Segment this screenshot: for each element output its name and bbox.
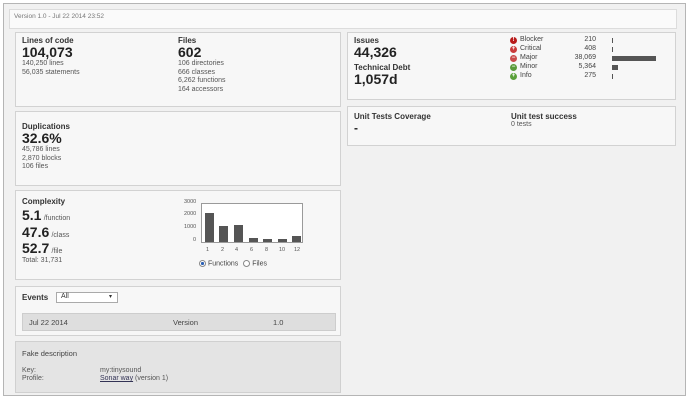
quality-profile-link[interactable]: Sonar way <box>100 375 133 382</box>
event-row[interactable]: Jul 22 2014 Version 1.0 <box>22 313 336 331</box>
technical-debt-value[interactable]: 1,057d <box>354 72 410 87</box>
x-tick-label: 10 <box>279 247 286 253</box>
lines-of-code-value[interactable]: 104,073 <box>22 45 80 60</box>
y-tick-label: 2000 <box>184 211 197 217</box>
chart-bar[interactable] <box>292 236 301 242</box>
severity-bar <box>612 56 656 61</box>
complexity-per-class-value[interactable]: 47.6 <box>22 224 49 240</box>
events-label: Events <box>22 293 49 302</box>
critical-severity-icon: + <box>510 46 517 53</box>
severity-bar <box>612 47 613 52</box>
x-tick-label: 4 <box>235 247 239 253</box>
severity-count: 5,364 <box>578 63 596 70</box>
events-widget: Events All ▾ Jul 22 2014 Version 1.0 <box>15 286 341 336</box>
severity-row-minor[interactable]: − Minor 5,364 <box>510 63 670 72</box>
chart-mode-radios: Functions Files <box>199 260 267 267</box>
profile-version: (version 1) <box>135 375 169 382</box>
severity-name: Minor <box>520 63 538 70</box>
event-name: 1.0 <box>273 318 284 327</box>
severity-row-critical[interactable]: + Critical 408 <box>510 45 670 54</box>
profile-label: Profile: <box>22 375 44 382</box>
unit-tests-coverage-label: Unit Tests Coverage <box>354 112 431 121</box>
functions-count: 6,262 functions <box>178 77 226 84</box>
y-tick-label: 3000 <box>184 199 197 205</box>
severity-name: Critical <box>520 45 542 52</box>
info-severity-icon: + <box>510 73 517 80</box>
version-text: Version 1.0 - Jul 22 2014 23:52 <box>14 13 104 20</box>
duplications-percent[interactable]: 32.6% <box>22 131 70 146</box>
functions-radio[interactable] <box>199 260 206 267</box>
x-tick-label: 1 <box>206 247 210 253</box>
complexity-per-function-unit: /function <box>43 215 71 222</box>
complexity-total: Total: 31,731 <box>22 256 63 264</box>
event-category: Version <box>173 318 199 327</box>
y-tick-label: 1000 <box>184 224 197 230</box>
duplicated-files: 106 files <box>22 163 49 170</box>
severity-count: 210 <box>584 36 596 43</box>
statements-count: 56,035 statements <box>22 68 80 76</box>
complexity-per-class-unit: /class <box>51 231 70 239</box>
chevron-down-icon: ▾ <box>108 294 112 300</box>
duplicated-blocks: 2,870 blocks <box>22 154 62 162</box>
complexity-distribution-chart <box>201 203 303 243</box>
lines-count: 140,250 lines <box>22 60 64 67</box>
directories-count: 106 directories <box>178 60 224 67</box>
complexity-per-file-unit: /file <box>51 248 63 255</box>
event-date: Jul 22 2014 <box>29 318 68 327</box>
severity-bar <box>612 38 613 43</box>
events-filter-select[interactable]: All ▾ <box>56 292 118 303</box>
unit-test-success-value[interactable]: 0 tests <box>511 121 577 130</box>
severity-count: 38,069 <box>574 54 596 61</box>
severity-count: 275 <box>584 72 596 79</box>
functions-radio-label: Functions <box>207 260 239 268</box>
classes-count: 666 classes <box>178 68 215 76</box>
version-bar: Version 1.0 - Jul 22 2014 23:52 <box>9 9 677 29</box>
complexity-per-function-value[interactable]: 5.1 <box>22 207 41 223</box>
chart-bar[interactable] <box>205 213 214 242</box>
size-widget: Lines of code 104,073 140,250 lines 56,0… <box>15 32 341 107</box>
description-widget: Fake description Key: my:tinysound Profi… <box>15 341 341 393</box>
unit-tests-coverage-value[interactable]: - <box>354 121 431 136</box>
files-value[interactable]: 602 <box>178 45 225 60</box>
duplications-widget: Duplications 32.6% 45,786 lines 2,870 bl… <box>15 111 341 186</box>
accessors-count: 164 accessors <box>178 85 224 93</box>
chart-bar[interactable] <box>219 226 228 242</box>
chart-bar[interactable] <box>249 238 258 242</box>
tests-widget: Unit Tests Coverage - Unit test success … <box>347 106 676 146</box>
blocker-severity-icon: ! <box>510 37 517 44</box>
severity-name: Info <box>520 72 532 79</box>
chart-bar[interactable] <box>263 239 272 242</box>
duplicated-lines: 45,786 lines <box>22 146 60 153</box>
x-tick-label: 12 <box>294 247 301 253</box>
files-radio-label: Files <box>252 260 267 268</box>
complexity-widget: Complexity 5.1 /function 47.6 /class 52.… <box>15 190 341 280</box>
files-radio[interactable] <box>243 260 251 267</box>
x-tick-label: 6 <box>250 247 254 253</box>
x-tick-label: 8 <box>265 247 269 253</box>
issues-count[interactable]: 44,326 <box>354 45 410 60</box>
severity-name: Blocker <box>520 36 544 43</box>
unit-test-success-label: Unit test success <box>511 112 577 121</box>
x-tick-label: 2 <box>221 247 225 253</box>
y-tick-label: 0 <box>193 237 197 243</box>
minor-severity-icon: − <box>510 64 517 71</box>
chart-bar[interactable] <box>278 239 287 242</box>
complexity-per-file-value[interactable]: 52.7 <box>22 240 49 256</box>
severity-name: Major <box>520 54 538 61</box>
chart-bar[interactable] <box>234 225 243 242</box>
severity-bar <box>612 74 613 79</box>
events-filter-value: All <box>61 293 69 300</box>
major-severity-icon: − <box>510 55 517 62</box>
severity-bar <box>612 65 618 70</box>
severity-row-major[interactable]: − Major 38,069 <box>510 54 670 63</box>
project-description: Fake description <box>22 349 78 358</box>
complexity-label: Complexity <box>22 197 66 206</box>
issues-widget: Issues 44,326 Technical Debt 1,057d ! Blo… <box>347 32 676 100</box>
severity-row-blocker[interactable]: ! Blocker 210 <box>510 36 670 45</box>
severity-count: 408 <box>584 45 596 52</box>
severity-row-info[interactable]: + Info 275 <box>510 72 670 81</box>
